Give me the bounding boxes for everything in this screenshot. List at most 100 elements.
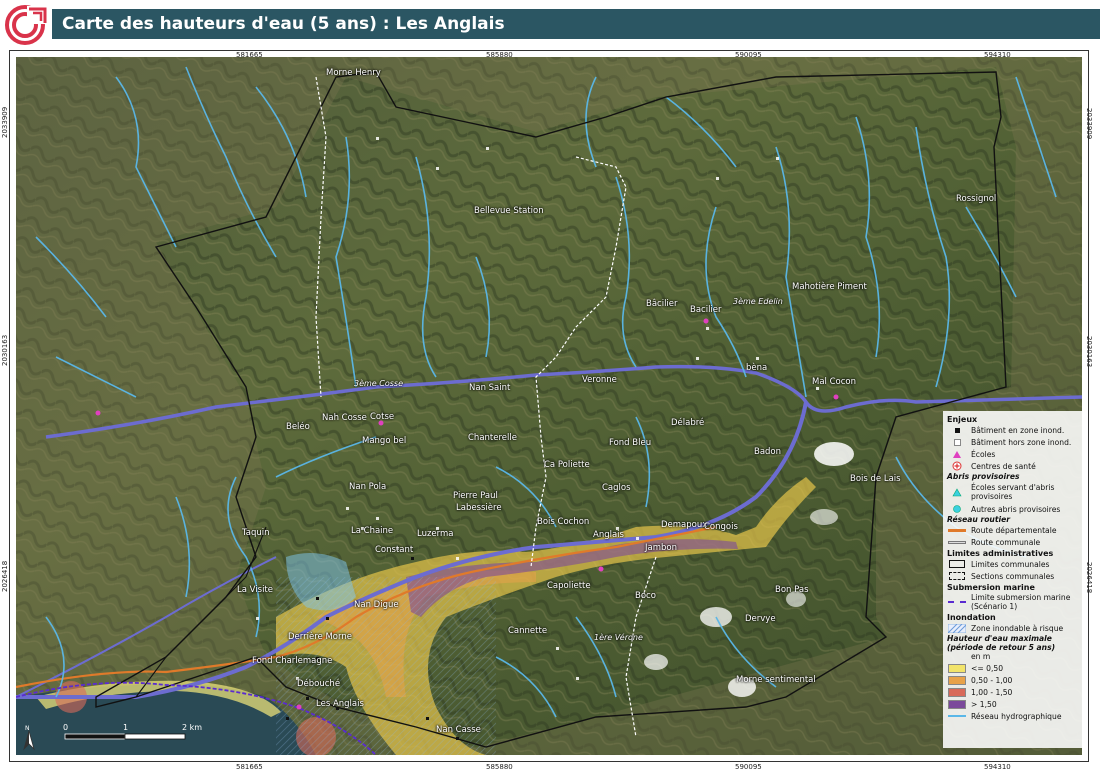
coord-y-left-2: 2030163 — [1, 334, 9, 366]
legend-enjeux-title: Enjeux — [947, 415, 978, 424]
legend-item: Réseau hydrographique — [947, 710, 1080, 722]
place-label: Derrière Morne — [288, 632, 352, 642]
place-label: Débouché — [297, 679, 341, 689]
legend-item: Limite submersion marine (Scénario 1) — [947, 592, 1080, 612]
health-center-icon — [947, 461, 967, 471]
place-label: Taquin — [242, 528, 270, 538]
legend-item: Route départementale — [947, 524, 1080, 536]
legend-label: Limites communales — [971, 559, 1050, 569]
river-line-icon — [947, 711, 967, 721]
coord-x-bottom-4: 594310 — [984, 763, 1011, 771]
legend-submersion-title: Submersion marine — [947, 583, 1035, 592]
place-label: Labessière — [456, 503, 502, 513]
place-label: Ca Poliette — [544, 460, 590, 470]
legend-item: 0,50 - 1,00 — [947, 674, 1080, 686]
place-label: Nan Pola — [349, 482, 387, 492]
coord-y-left-1: 2033909 — [1, 106, 9, 138]
legend-item: Limites communales — [947, 558, 1080, 570]
legend-item: Centres de santé — [947, 460, 1080, 472]
place-label: Badon — [754, 447, 782, 457]
commune-limit-icon — [947, 559, 967, 569]
coord-y-right-3: 2026418 — [1085, 562, 1093, 594]
place-label: Chanterelle — [468, 433, 517, 443]
white-square-icon — [947, 437, 967, 447]
legend-label: <= 0,50 — [971, 663, 1004, 673]
place-label: Nan Casse — [436, 725, 481, 735]
legend-label: Autres abris provisoires — [971, 504, 1061, 514]
place-label: Nan Digue — [354, 600, 399, 610]
place-label: Beléo — [286, 422, 310, 432]
place-label: Anglais — [593, 530, 624, 540]
legend-label: Bâtiment hors zone inond. — [971, 437, 1072, 447]
place-label: Bon Pas — [775, 585, 809, 595]
legend-item: Route communale — [947, 536, 1080, 548]
class1-swatch — [947, 663, 967, 673]
legend-item: Bâtiment hors zone inond. — [947, 436, 1080, 448]
place-label: Rossignol — [956, 194, 997, 204]
legend-item: 1,00 - 1,50 — [947, 686, 1080, 698]
place-label: Morne sentimental — [736, 675, 816, 685]
place-label: La Chaine — [351, 526, 394, 536]
place-label: bèna — [746, 363, 768, 373]
legend-label: Réseau hydrographique — [971, 711, 1062, 721]
place-label: Boco — [635, 591, 656, 601]
legend: Enjeux Bâtiment en zone inond. Bâtiment … — [943, 411, 1084, 748]
legend-label: Limite submersion marine (Scénario 1) — [971, 593, 1071, 611]
coord-y-left-3: 2026418 — [1, 560, 9, 592]
map-canvas[interactable]: Morne Henry Bellevue Station Rossignol B… — [16, 57, 1082, 755]
place-label: Bâcilier — [646, 299, 678, 309]
place-label: Bois de Lais — [850, 474, 901, 484]
legend-label: 1,00 - 1,50 — [971, 687, 1013, 697]
place-label: Capoliette — [547, 581, 591, 591]
place-label: Cotse — [370, 412, 395, 422]
legend-label: 0,50 - 1,00 — [971, 675, 1013, 685]
map-svg — [16, 57, 1082, 755]
shelter-school-icon — [947, 487, 967, 497]
section-limit-icon — [947, 571, 967, 581]
scale-bar: 0 1 2 km — [30, 720, 210, 748]
legend-abris-title: Abris provisoires — [947, 472, 1020, 481]
place-label: Bellevue Station — [474, 206, 544, 216]
route-com-icon — [947, 537, 967, 547]
place-label: Délabré — [671, 418, 705, 428]
place-label: Constant — [375, 545, 414, 555]
legend-label: Route communale — [971, 537, 1041, 547]
legend-label: Écoles — [971, 449, 996, 459]
flood-zone-hatch-icon — [947, 623, 967, 633]
place-label: Congois — [704, 522, 738, 532]
coord-y-right-2: 2030163 — [1085, 336, 1093, 368]
page-title: Carte des hauteurs d'eau (5 ans) : Les A… — [62, 14, 505, 34]
legend-label: Route départementale — [971, 525, 1057, 535]
place-label: Bacilier — [690, 305, 722, 315]
place-label: Veronne — [582, 375, 617, 385]
place-label: Nan Saint — [469, 383, 511, 393]
place-label: Nah Cosse — [322, 413, 367, 423]
place-label: Caglos — [602, 483, 631, 493]
place-label: Luzerma — [417, 529, 454, 539]
legend-inondation-title: Inondation — [947, 613, 996, 622]
legend-limites-title: Limites administratives — [947, 549, 1054, 558]
route-dep-icon — [947, 525, 967, 535]
legend-item: Autres abris provisoires — [947, 503, 1080, 515]
submersion-limit-icon — [947, 597, 967, 607]
place-label: Les Anglais — [316, 699, 364, 709]
place-label: Bois Cochon — [537, 517, 590, 527]
legend-item: Zone inondable à risque — [947, 622, 1080, 634]
place-label: Cannette — [508, 626, 548, 636]
river-label: 3ème Edelin — [733, 297, 783, 306]
place-label: Mal Cocon — [812, 377, 857, 387]
class4-swatch — [947, 699, 967, 709]
legend-item: <= 0,50 — [947, 662, 1080, 674]
coord-x-bottom-3: 590095 — [735, 763, 762, 771]
class3-swatch — [947, 687, 967, 697]
place-label: Mahotière Piment — [792, 282, 867, 292]
shelter-other-icon — [947, 504, 967, 514]
school-triangle-icon — [947, 449, 967, 459]
legend-item: > 1,50 — [947, 698, 1080, 710]
place-label: Pierre Paul — [453, 491, 498, 501]
legend-item: Bâtiment en zone inond. — [947, 424, 1080, 436]
legend-item: Écoles servant d'abris provisoires — [947, 481, 1080, 503]
legend-label: Bâtiment en zone inond. — [971, 425, 1065, 435]
scale-tick-0: 0 — [63, 723, 68, 732]
legend-item: Sections communales — [947, 570, 1080, 582]
